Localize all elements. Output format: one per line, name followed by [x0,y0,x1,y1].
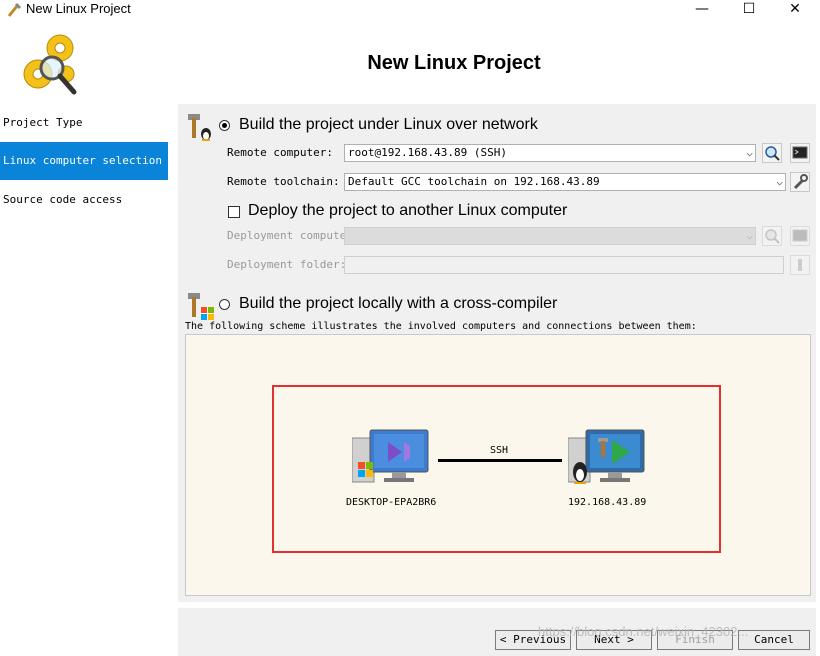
remote-computer-label: Remote computer: [227,146,333,159]
chevron-down-icon: ⌵ [776,175,783,188]
sidebar-item-linux-computer-selection[interactable]: Linux computer selection [0,142,168,180]
ssh-connection-line [438,459,562,462]
connection-label: SSH [490,445,509,456]
open-terminal-button[interactable] [790,143,810,163]
window-title: New Linux Project [26,1,131,16]
configure-toolchain-button[interactable] [790,172,810,192]
deployment-folder-label: Deployment folder: [227,258,347,271]
deployment-terminal-button[interactable] [790,226,810,246]
page-title: New Linux Project [367,52,541,74]
local-build-radio[interactable] [219,299,230,310]
linux-tools-icon [188,114,211,141]
watermark-text: https://blog.csdn.net/weixin_42302... [538,624,749,639]
remote-toolchain-label: Remote toolchain: [227,175,340,188]
deploy-checkbox[interactable] [228,206,240,218]
minimize-button[interactable]: — [679,0,725,20]
windows-tools-icon [188,293,214,320]
remote-toolchain-select[interactable]: Default GCC toolchain on 192.168.43.89 ⌵ [344,173,786,191]
deployment-computer-select[interactable]: ⌵ [344,227,756,245]
scheme-caption: The following scheme illustrates the inv… [185,321,697,332]
browse-folder-button[interactable] [790,255,810,275]
network-build-label: Build the project under Linux over netwo… [239,116,538,133]
remote-computer-name: 192.168.43.89 [568,497,647,508]
app-icon [7,2,22,17]
wrench-icon [793,174,808,190]
remote-toolchain-value: Default GCC toolchain on 192.168.43.89 [348,175,600,188]
deployment-folder-input[interactable] [344,256,784,274]
sidebar-item-project-type[interactable]: Project Type [0,104,168,142]
deploy-label: Deploy the project to another Linux comp… [248,202,568,219]
close-button[interactable]: ✕ [772,0,818,20]
chevron-down-icon: ⌵ [746,229,753,242]
remote-computer-select[interactable]: root@192.168.43.89 (SSH) ⌵ [344,144,756,162]
highlight-box [272,385,721,553]
search-icon [765,229,780,244]
wizard-sidebar: Project Type Linux computer selection So… [0,104,172,656]
title-bar: New Linux Project — ☐ ✕ [0,0,820,20]
search-icon [765,146,780,161]
terminal-icon [792,146,808,159]
maximize-button[interactable]: ☐ [726,0,772,20]
browse-icon [798,259,802,271]
local-build-label: Build the project locally with a cross-c… [239,295,558,312]
search-computer-button[interactable] [762,143,782,163]
linux-computer-icon [568,429,645,484]
cancel-button[interactable]: Cancel [738,630,810,650]
visual-studio-computer-icon [352,429,429,483]
chevron-down-icon: ⌵ [746,146,753,159]
local-computer-name: DESKTOP-EPA2BR6 [346,497,437,508]
search-deployment-button[interactable] [762,226,782,246]
remote-computer-value: root@192.168.43.89 (SSH) [348,146,507,159]
terminal-icon [792,229,808,242]
deployment-computer-label: Deployment computer: [227,229,360,242]
sidebar-item-source-code-access[interactable]: Source code access [0,181,168,219]
network-build-radio[interactable] [219,120,230,131]
